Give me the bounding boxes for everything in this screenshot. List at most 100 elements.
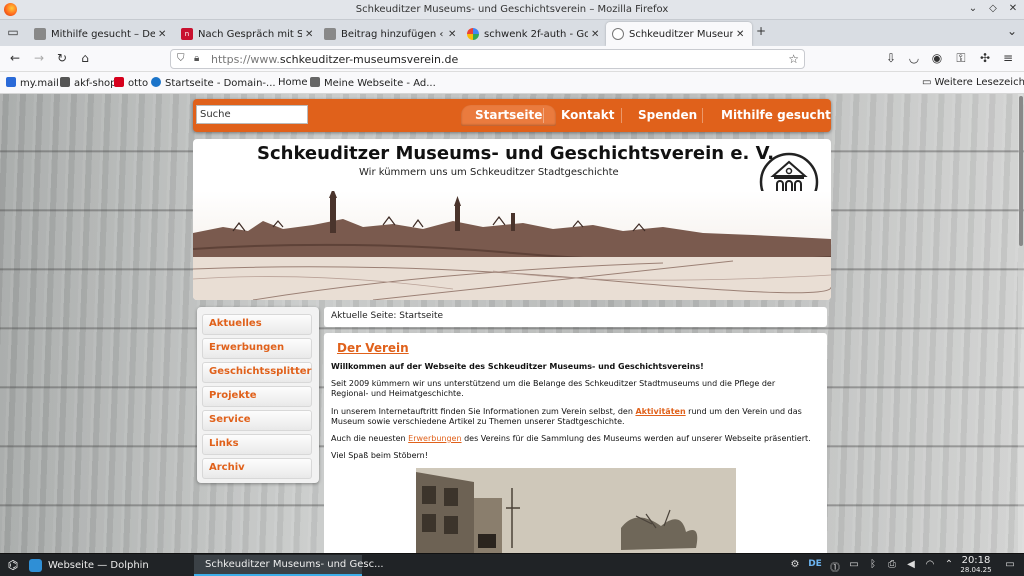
site-header: Schkeuditzer Museums- und Geschichtsvere… xyxy=(193,139,831,300)
back-icon[interactable]: ← xyxy=(7,51,23,65)
tab-google[interactable]: schwenk 2f-auth - Google S ✕ xyxy=(461,22,607,46)
tray-expand-icon[interactable]: ⌃ xyxy=(942,559,956,570)
aktivitaeten-link[interactable]: Aktivitäten xyxy=(635,407,685,416)
closing-text: Viel Spaß beim Stöbern! xyxy=(331,451,428,460)
sidebar-item-geschichtssplitter[interactable]: Geschichtssplitter xyxy=(202,362,312,383)
dolphin-icon xyxy=(29,559,42,572)
tab-close-icon[interactable]: ✕ xyxy=(591,29,601,40)
battery-icon[interactable]: ▭ xyxy=(847,559,861,570)
tab-close-icon[interactable]: ✕ xyxy=(448,29,458,40)
menu-icon[interactable]: ≡ xyxy=(1000,51,1016,65)
tab-beitrag[interactable]: Beitrag hinzufügen ‹ Der Sc ✕ xyxy=(318,22,464,46)
pocket-icon[interactable]: ◡ xyxy=(906,51,922,65)
tab-close-icon[interactable]: ✕ xyxy=(736,29,746,40)
bookmark-home[interactable]: Home xyxy=(278,77,308,88)
page-icon xyxy=(34,28,46,40)
tab-label: Nach Gespräch mit Selensk xyxy=(198,28,302,40)
scrollbar-thumb[interactable] xyxy=(1019,96,1023,246)
url-text[interactable]: https://www.schkeuditzer-museumsverein.d… xyxy=(211,53,458,66)
task-label: Webseite — Dolphin xyxy=(48,560,149,571)
tab-ntv[interactable]: n Nach Gespräch mit Selensk ✕ xyxy=(175,22,321,46)
task-label: Schkeuditzer Museums- und Gesc... xyxy=(205,559,384,570)
shop-icon xyxy=(60,77,70,87)
close-icon[interactable]: ✕ xyxy=(1006,3,1020,14)
keyboard-layout[interactable]: DE xyxy=(808,559,822,569)
minimize-icon[interactable]: ⌄ xyxy=(966,3,980,14)
tab-close-icon[interactable]: ✕ xyxy=(158,29,168,40)
menu-separator xyxy=(543,108,544,123)
update-icon[interactable]: ⓵ xyxy=(828,559,842,574)
ntv-icon: n xyxy=(181,28,193,40)
menu-mithilfe[interactable]: Mithilfe gesucht xyxy=(721,108,831,122)
page-viewport: Startseite Kontakt Spenden Mithilfe gesu… xyxy=(0,94,1024,553)
tab-label: Mithilfe gesucht – Der Schk xyxy=(51,28,155,40)
bookmark-webseite[interactable]: Meine Webseite - Ad... xyxy=(310,77,436,89)
intro-paragraph: Seit 2009 kümmern wir uns unterstützend … xyxy=(331,379,776,398)
taskbar: ⌬ Webseite — Dolphin Schkeuditzer Museum… xyxy=(0,553,1024,576)
sidebar-item-archiv[interactable]: Archiv xyxy=(202,458,312,479)
tab-list-icon[interactable]: ⌄ xyxy=(1004,24,1020,38)
folder-icon: ▭ xyxy=(922,77,932,88)
sidebar-item-erwerbungen[interactable]: Erwerbungen xyxy=(202,338,312,359)
reload-icon[interactable]: ↻ xyxy=(54,51,70,65)
bluetooth-icon[interactable]: ᛒ xyxy=(866,559,880,570)
section-heading[interactable]: Der Verein xyxy=(337,341,409,355)
forward-icon[interactable]: → xyxy=(31,51,47,65)
tab-mithilfe[interactable]: Mithilfe gesucht – Der Schk ✕ xyxy=(28,22,174,46)
welcome-text: Willkommen auf der Webseite des Schkeudi… xyxy=(331,362,704,371)
bookmark-star-icon[interactable]: ☆ xyxy=(788,52,799,66)
otto-icon xyxy=(114,77,124,87)
maximize-icon[interactable]: ◇ xyxy=(986,3,1000,14)
page-icon xyxy=(324,28,336,40)
erwerbungen-link[interactable]: Erwerbungen xyxy=(408,434,461,443)
window-title: Schkeuditzer Museums- und Geschichtsvere… xyxy=(355,4,669,15)
menu-spenden[interactable]: Spenden xyxy=(638,108,697,122)
site-title: Schkeuditzer Museums- und Geschichtsvere… xyxy=(257,143,775,164)
app-launcher-icon[interactable]: ⌬ xyxy=(6,558,20,572)
historic-street-photo xyxy=(416,468,736,553)
page-scrollbar[interactable] xyxy=(1018,94,1024,553)
google-icon xyxy=(467,28,479,40)
bookmark-mymail[interactable]: my.mail xyxy=(6,77,59,89)
tab-overview-icon[interactable]: ▭ xyxy=(5,25,21,39)
network-icon[interactable]: ◠ xyxy=(923,559,937,570)
erwerbungen-paragraph: Auch die neuesten Erwerbungen des Verein… xyxy=(331,434,811,443)
download-icon[interactable]: ⇩ xyxy=(883,51,899,65)
sidebar-item-aktuelles[interactable]: Aktuelles xyxy=(202,314,312,335)
extensions-icon[interactable]: ✣ xyxy=(977,51,993,65)
tab-close-icon[interactable]: ✕ xyxy=(305,29,315,40)
new-tab-icon[interactable]: + xyxy=(753,24,769,38)
url-bar[interactable]: ⛉ 🔒︎ https://www.schkeuditzer-museumsver… xyxy=(170,49,805,69)
shield-icon[interactable]: ⛉ xyxy=(177,53,185,64)
sidebar-item-projekte[interactable]: Projekte xyxy=(202,386,312,407)
tray-settings-icon[interactable]: ⚙ xyxy=(788,559,802,570)
tab-label: Schkeuditzer Museums- un xyxy=(629,28,733,40)
window-titlebar: Schkeuditzer Museums- und Geschichtsvere… xyxy=(0,0,1024,20)
bookmark-other-folder[interactable]: ▭Weitere Lesezeichen xyxy=(922,77,1024,88)
volume-icon[interactable]: ◀ xyxy=(904,559,918,570)
main-content: Der Verein Willkommen auf der Webseite d… xyxy=(324,333,827,553)
site-search-input[interactable] xyxy=(196,105,308,124)
town-panorama-image xyxy=(193,191,831,300)
sidebar-item-service[interactable]: Service xyxy=(202,410,312,431)
bookmark-domain[interactable]: Startseite - Domain-... xyxy=(151,77,276,89)
bookmark-akf-shop[interactable]: akf-shop xyxy=(60,77,117,89)
sidebar-item-links[interactable]: Links xyxy=(202,434,312,455)
menu-kontakt[interactable]: Kontakt xyxy=(561,108,614,122)
site-builder-icon xyxy=(310,77,320,87)
menu-separator xyxy=(702,108,703,123)
bookmark-otto[interactable]: otto xyxy=(114,77,148,89)
task-dolphin[interactable]: Webseite — Dolphin xyxy=(24,555,192,576)
home-icon[interactable]: ⌂ xyxy=(77,51,93,65)
clock[interactable]: 20:18 28.04.25 xyxy=(958,555,994,575)
lock-icon[interactable]: 🔒︎ xyxy=(194,53,199,64)
show-desktop-icon[interactable]: ▭ xyxy=(1003,559,1017,570)
password-icon[interactable]: ⚿ xyxy=(953,51,969,66)
account-icon[interactable]: ◉ xyxy=(929,51,945,65)
printer-icon[interactable]: ⎙ xyxy=(885,559,899,570)
info-paragraph: In unserem Internetauftritt finden Sie I… xyxy=(331,407,802,426)
site-subtitle: Wir kümmern uns um Schkeuditzer Stadtges… xyxy=(359,167,619,178)
task-firefox[interactable]: Schkeuditzer Museums- und Gesc... xyxy=(194,555,384,576)
breadcrumb: Aktuelle Seite: Startseite xyxy=(324,307,827,327)
tab-schkeuditzer[interactable]: Schkeuditzer Museums- un ✕ xyxy=(606,22,752,46)
